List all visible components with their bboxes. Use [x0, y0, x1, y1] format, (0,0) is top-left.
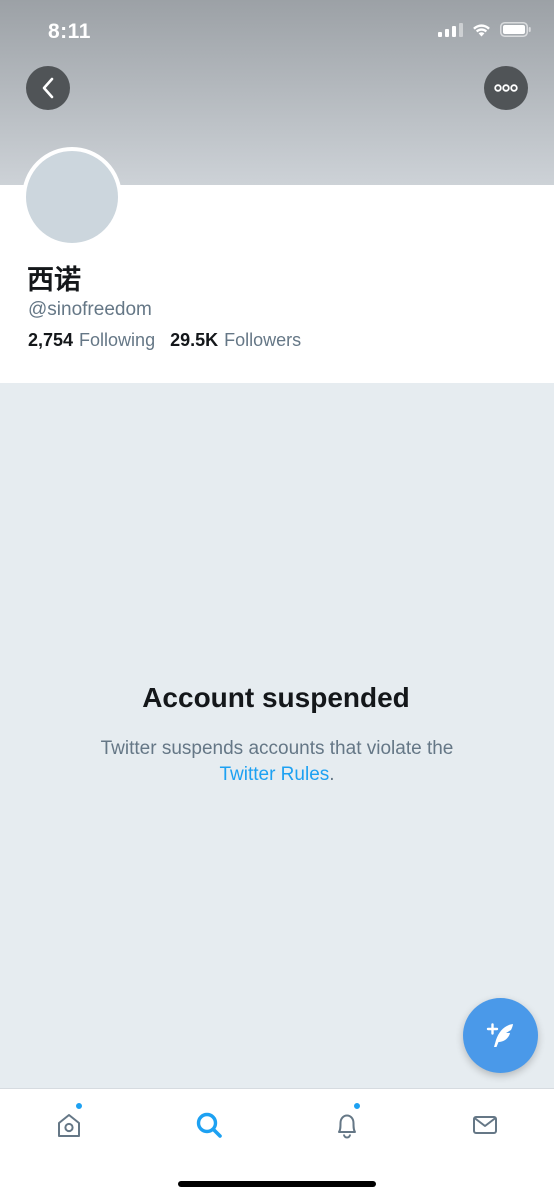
home-badge	[75, 1102, 83, 1110]
suspension-notice: Account suspended Twitter suspends accou…	[0, 682, 554, 788]
tab-search[interactable]	[189, 1105, 229, 1145]
home-icon	[58, 1114, 80, 1137]
notifications-badge	[353, 1102, 361, 1110]
home-indicator	[178, 1181, 376, 1187]
following-count: 2,754	[28, 330, 74, 350]
back-button[interactable]	[26, 66, 70, 110]
tab-home[interactable]	[49, 1102, 89, 1145]
following-label: Following	[79, 330, 156, 350]
following-stat[interactable]: 2,754 Following	[28, 330, 155, 351]
tab-notifications[interactable]	[327, 1102, 367, 1145]
more-horizontal-icon	[494, 84, 518, 92]
suspension-description-text: Twitter suspends accounts that violate t…	[100, 738, 454, 759]
bell-icon	[338, 1114, 356, 1139]
chevron-left-icon	[42, 77, 54, 99]
wifi-icon	[473, 24, 490, 37]
signal-icon	[438, 22, 463, 37]
user-handle: @sinofreedom	[28, 299, 152, 320]
status-icons	[438, 22, 532, 37]
display-name: 西诺	[27, 265, 81, 296]
mail-icon	[473, 1116, 497, 1134]
status-time: 8:11	[48, 20, 91, 43]
followers-label: Followers	[224, 330, 302, 350]
compose-tweet-icon	[486, 1022, 513, 1047]
suspension-period: .	[329, 764, 335, 785]
followers-count: 29.5K	[170, 330, 219, 350]
suspension-title: Account suspended	[142, 682, 410, 713]
avatar[interactable]	[22, 147, 122, 247]
profile-stats: 2,754 Following 29.5K Followers	[28, 330, 301, 351]
compose-tweet-button[interactable]	[463, 998, 538, 1073]
more-options-button[interactable]	[484, 66, 528, 110]
followers-stat[interactable]: 29.5K Followers	[170, 330, 301, 351]
tab-messages[interactable]	[465, 1105, 505, 1145]
battery-icon	[500, 22, 531, 37]
twitter-rules-link[interactable]: Twitter Rules	[219, 764, 329, 785]
status-bar: 8:11	[0, 0, 554, 68]
suspension-description: Twitter suspends accounts that violate t…	[0, 736, 554, 788]
search-icon	[196, 1112, 222, 1138]
